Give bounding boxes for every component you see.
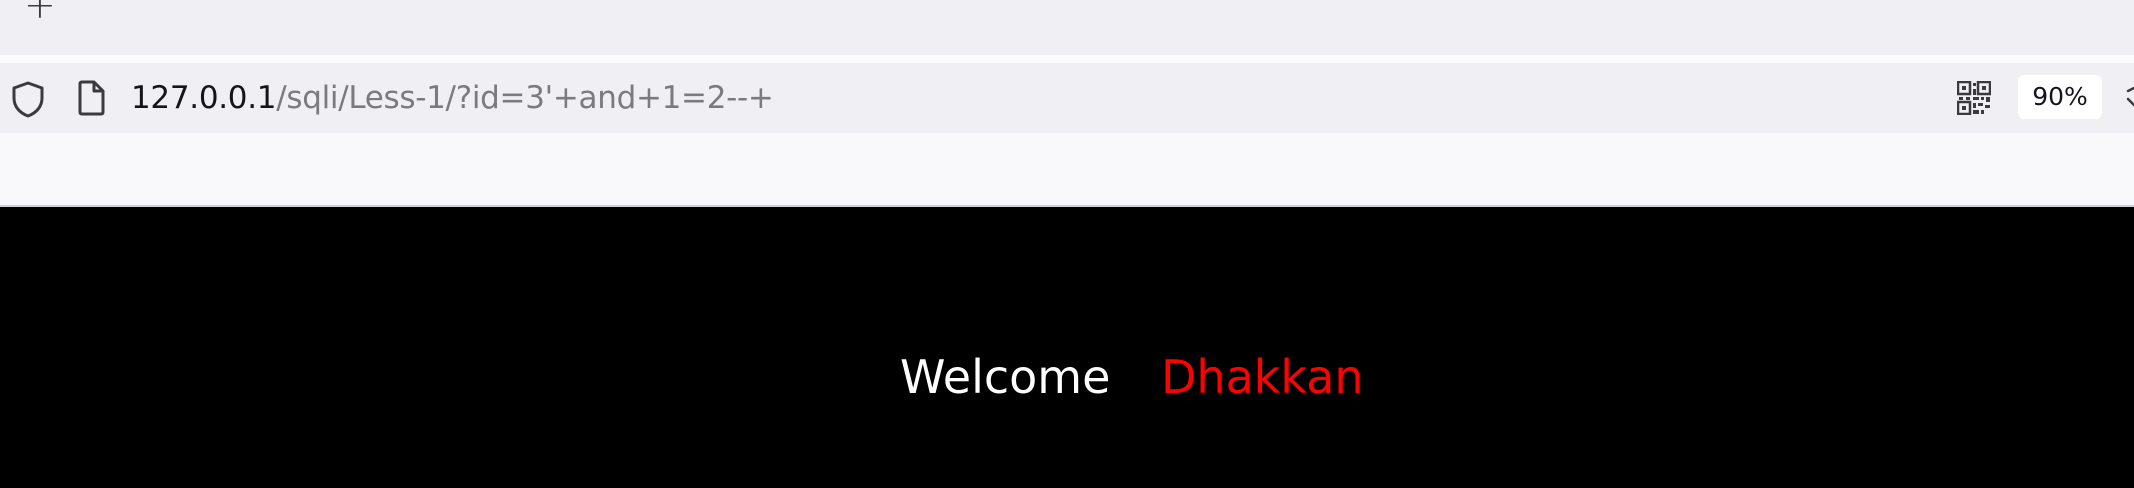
shield-icon[interactable] bbox=[10, 80, 46, 118]
zoom-level-button[interactable]: 90% bbox=[2018, 75, 2102, 119]
bookmark-star-icon[interactable] bbox=[2126, 85, 2134, 113]
qr-code-icon[interactable] bbox=[1956, 80, 1992, 116]
toolbar-separator bbox=[0, 55, 2134, 63]
url-host: 127.0.0.1 bbox=[131, 80, 277, 116]
new-tab-plus-icon[interactable]: + bbox=[24, 0, 64, 26]
bookmarks-toolbar bbox=[0, 133, 2134, 207]
username-text: Dhakkan bbox=[1161, 350, 1364, 404]
page-content: Welcome Dhakkan bbox=[0, 207, 2134, 488]
url-bar[interactable]: 127.0.0.1/sqli/Less-1/?id=3'+and+1=2--+ bbox=[131, 76, 774, 120]
tab-strip: + bbox=[0, 0, 2134, 55]
welcome-text: Welcome bbox=[900, 350, 1111, 404]
navigation-toolbar: 127.0.0.1/sqli/Less-1/?id=3'+and+1=2--+ … bbox=[0, 63, 2134, 133]
url-path: /sqli/Less-1/?id=3'+and+1=2--+ bbox=[276, 80, 774, 116]
page-icon[interactable] bbox=[76, 80, 106, 116]
